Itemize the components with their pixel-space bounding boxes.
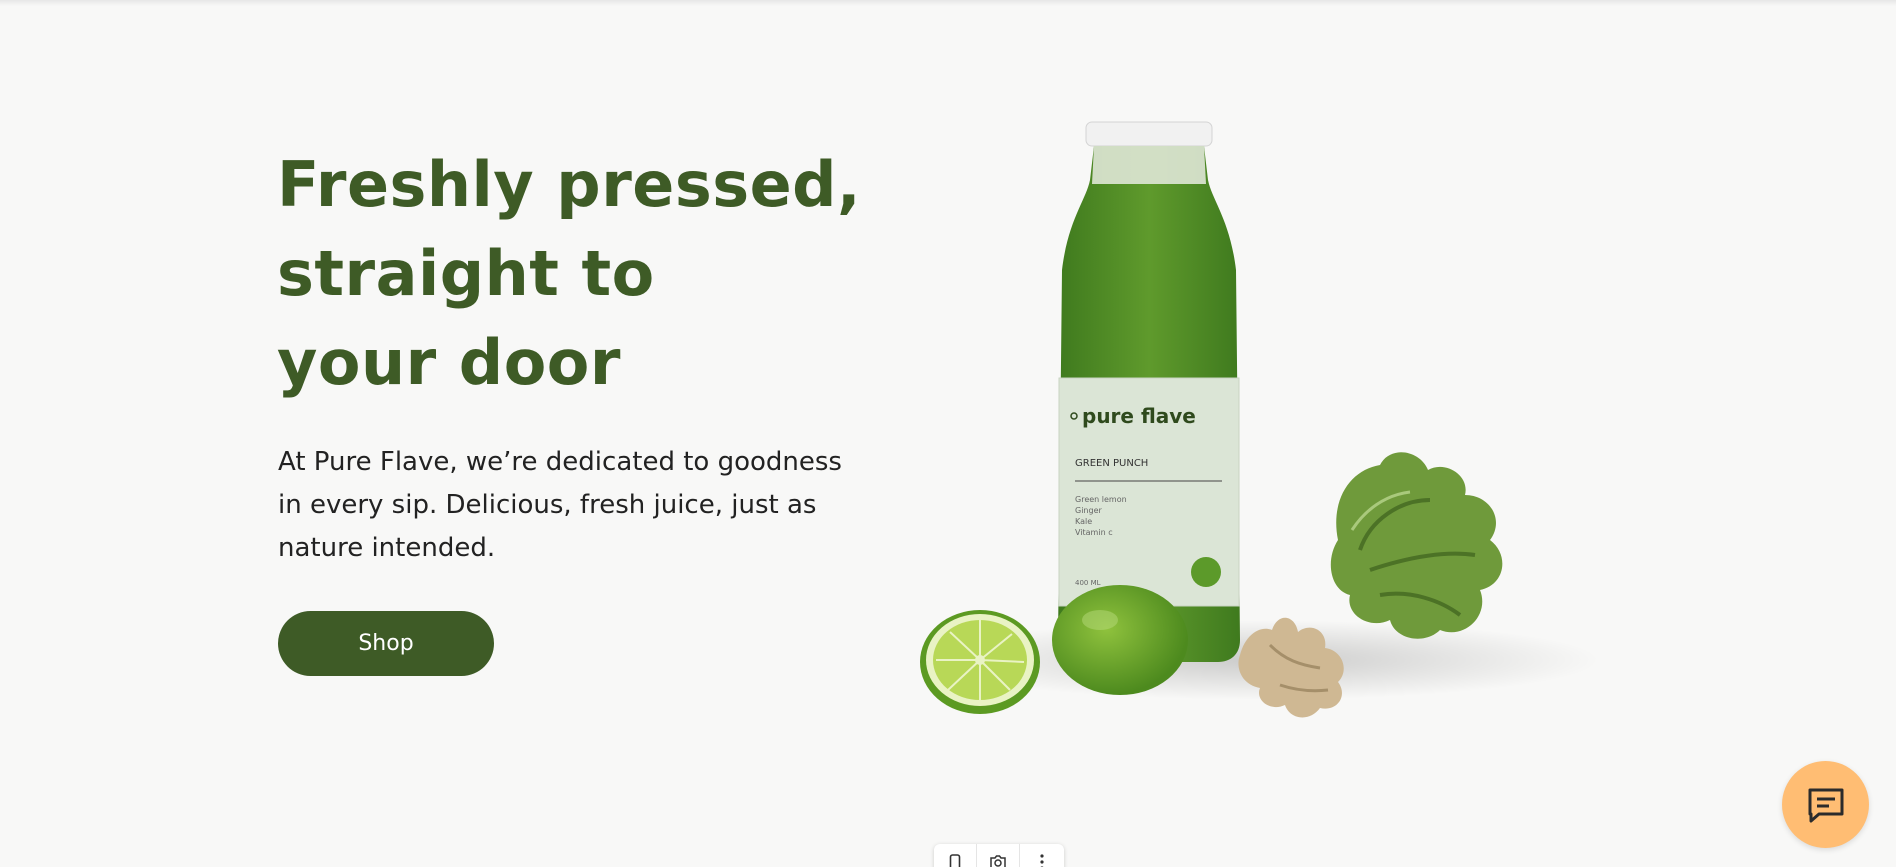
mobile-icon (949, 854, 961, 867)
chat-button[interactable] (1782, 761, 1869, 848)
hero-description-line: nature intended. (278, 533, 496, 563)
hero-title-line: your door (277, 326, 621, 399)
chat-bubble-icon (1808, 788, 1843, 822)
bottle-volume: 400 ML (1075, 579, 1101, 587)
bottle-brand: pure flave (1082, 404, 1196, 428)
bottle-ingredient: Green lemon (1075, 495, 1127, 504)
screenshot-button[interactable] (977, 844, 1020, 867)
hero-description-line: At Pure Flave, we’re dedicated to goodne… (278, 447, 842, 477)
hero-description: At Pure Flave, we’re dedicated to goodne… (278, 441, 878, 570)
hero-title-line: straight to (277, 237, 655, 310)
hero-title: Freshly pressed, straight to your door (277, 140, 937, 407)
hero-title-line: Freshly pressed, (277, 148, 862, 221)
camera-icon (990, 855, 1006, 867)
kale-leaves (1330, 452, 1503, 639)
whole-lime (1052, 585, 1188, 695)
more-options-button[interactable] (1020, 844, 1063, 867)
bottle-product-name: GREEN PUNCH (1075, 458, 1148, 469)
shop-button[interactable]: Shop (278, 611, 494, 676)
more-vertical-icon (1039, 854, 1044, 867)
bottle-ingredient: Vitamin c (1075, 528, 1113, 537)
mobile-view-button[interactable] (934, 844, 977, 867)
floating-toolbar (934, 844, 1064, 867)
top-divider (0, 0, 1896, 6)
label-dot (1191, 557, 1221, 587)
juice-bottle: pure flave GREEN PUNCH Green lemon Ginge… (1058, 121, 1240, 662)
product-image: pure flave GREEN PUNCH Green lemon Ginge… (920, 121, 1600, 718)
bottle-ingredient: Ginger (1075, 506, 1102, 515)
hero-description-line: in every sip. Delicious, fresh juice, ju… (278, 490, 817, 520)
lime-half (920, 610, 1040, 714)
page: Freshly pressed, straight to your door A… (0, 0, 1896, 867)
bottle-ingredient: Kale (1075, 517, 1092, 526)
